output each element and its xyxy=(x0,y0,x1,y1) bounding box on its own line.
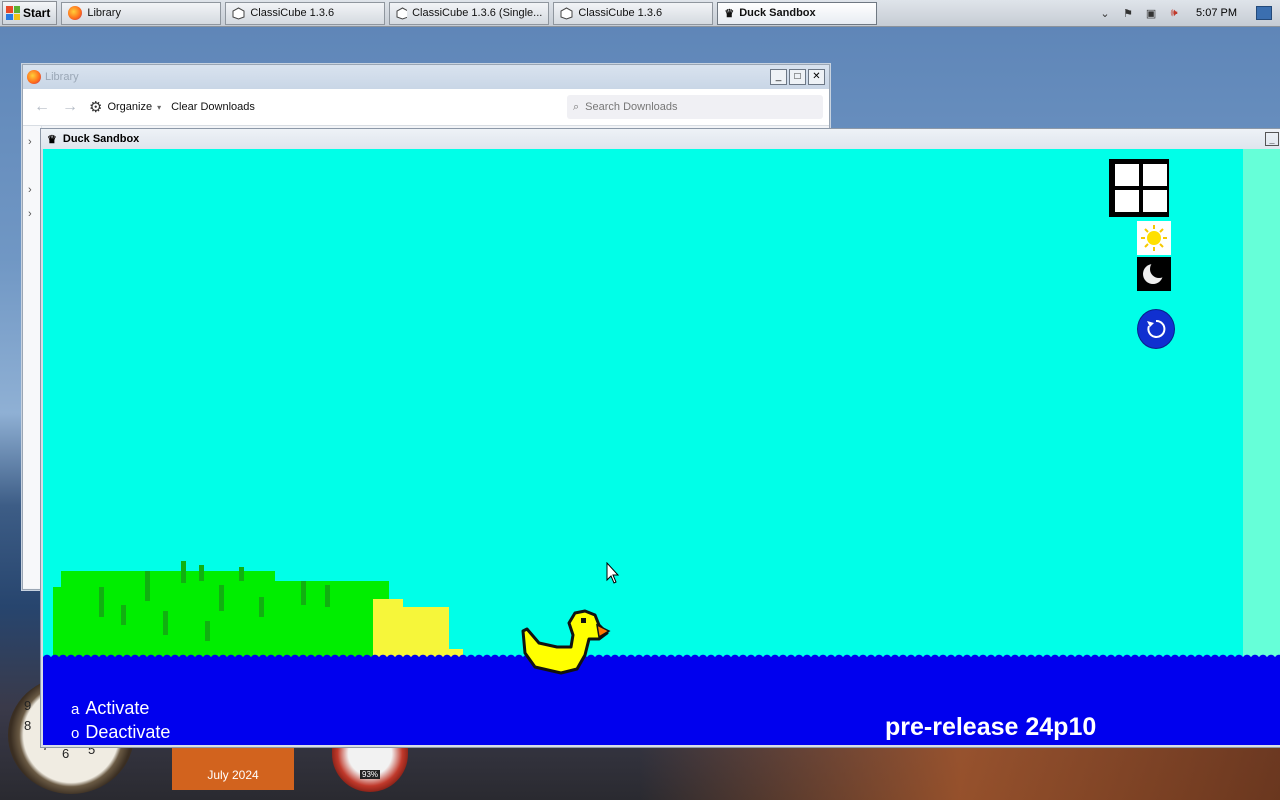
search-placeholder: Search Downloads xyxy=(585,101,678,113)
maximize-button[interactable]: □ xyxy=(789,69,806,85)
controls-legend: a Activate o Deactivate xyxy=(71,697,170,745)
meter-percent: 93% xyxy=(360,770,381,779)
expand-chevron-icon[interactable]: › xyxy=(28,184,32,196)
windows-logo-icon xyxy=(6,6,20,20)
minimize-button[interactable]: _ xyxy=(1265,132,1279,146)
taskbar-item-label: Duck Sandbox xyxy=(739,7,816,19)
layout-grid-button[interactable] xyxy=(1109,159,1169,217)
start-label: Start xyxy=(23,6,51,20)
search-icon: ⌕ xyxy=(573,100,580,113)
chevron-down-icon: ▾ xyxy=(157,102,162,112)
legend-label: Activate xyxy=(85,698,150,718)
duck-sandbox-title: Duck Sandbox xyxy=(62,133,140,145)
library-title: Library xyxy=(45,71,79,83)
search-downloads-input[interactable]: ⌕ Search Downloads xyxy=(567,95,823,119)
back-arrow-icon[interactable]: ← xyxy=(33,98,51,116)
taskbar: Start Library ClassiCube 1.3.6 ClassiCub… xyxy=(0,0,1280,27)
expand-chevron-icon[interactable]: › xyxy=(28,208,32,220)
window-controls: _ □ ✕ xyxy=(770,69,829,85)
reload-icon xyxy=(1147,319,1166,338)
calendar-gadget[interactable]: July 2024 xyxy=(172,746,294,790)
mouse-cursor-icon xyxy=(606,562,620,584)
expand-chevron-icon[interactable]: › xyxy=(28,136,32,148)
library-titlebar[interactable]: Library _ □ ✕ xyxy=(23,65,829,89)
minimize-button[interactable]: _ xyxy=(770,69,787,85)
chevron-down-icon[interactable]: ⌄ xyxy=(1098,6,1112,20)
calendar-month: July 2024 xyxy=(207,768,259,782)
firefox-icon xyxy=(27,70,41,84)
duck-sandbox-window: ♛ Duck Sandbox _ a Activate o Deactivate… xyxy=(40,128,1280,748)
grass-island xyxy=(49,561,469,661)
legend-activate: a Activate xyxy=(71,697,170,721)
taskbar-item-label: Library xyxy=(87,7,121,19)
moon-icon xyxy=(1143,261,1167,284)
start-button[interactable]: Start xyxy=(2,1,58,25)
taskbar-item-classicube-3[interactable]: ClassiCube 1.3.6 xyxy=(553,1,714,25)
sun-icon xyxy=(1141,225,1167,251)
gear-icon: ⚙ xyxy=(89,99,103,116)
show-desktop-button[interactable] xyxy=(1256,6,1272,20)
close-button[interactable]: ✕ xyxy=(808,69,825,85)
reset-button[interactable] xyxy=(1137,309,1175,349)
game-canvas[interactable]: a Activate o Deactivate pre-release 24p10 xyxy=(43,149,1280,745)
legend-key: o xyxy=(71,725,80,742)
legend-label: Deactivate xyxy=(85,722,171,742)
day-mode-button[interactable] xyxy=(1137,221,1171,255)
wallpaper-sunset xyxy=(640,740,1280,800)
version-label: pre-release 24p10 xyxy=(885,713,1097,741)
taskbar-item-classicube-2[interactable]: ClassiCube 1.3.6 (Single... xyxy=(389,1,550,25)
taskbar-item-classicube-1[interactable]: ClassiCube 1.3.6 xyxy=(225,1,386,25)
classicube-icon xyxy=(232,6,245,20)
forward-arrow-icon[interactable]: → xyxy=(61,98,79,116)
clear-downloads-button[interactable]: Clear Downloads xyxy=(171,101,255,113)
duck-sandbox-icon: ♛ xyxy=(47,133,57,146)
duck-sandbox-titlebar[interactable]: ♛ Duck Sandbox _ xyxy=(41,129,1280,149)
taskbar-item-label: ClassiCube 1.3.6 (Single... xyxy=(412,7,543,19)
taskbar-item-library[interactable]: Library xyxy=(61,1,222,25)
flag-icon[interactable]: ⚑ xyxy=(1121,6,1135,20)
sky-edge-strip xyxy=(1243,149,1280,657)
duck-sprite[interactable] xyxy=(515,609,615,689)
classicube-icon xyxy=(396,6,408,20)
legend-key: a xyxy=(71,701,80,718)
taskbar-item-duck-sandbox[interactable]: ♛ Duck Sandbox xyxy=(717,1,878,25)
taskbar-item-label: ClassiCube 1.3.6 xyxy=(250,7,335,19)
volume-muted-icon[interactable]: 🕪 xyxy=(1167,6,1181,20)
organize-button[interactable]: ⚙ Organize ▾ xyxy=(89,98,161,116)
firefox-icon xyxy=(68,6,83,20)
organize-label: Organize xyxy=(107,101,153,113)
library-toolbar: ← → ⚙ Organize ▾ Clear Downloads ⌕ Searc… xyxy=(23,89,829,126)
duck-sandbox-icon: ♛ xyxy=(724,7,735,20)
legend-deactivate: o Deactivate xyxy=(71,721,170,745)
network-icon[interactable]: ▣ xyxy=(1144,6,1158,20)
system-tray: ⌄ ⚑ ▣ 🕪 5:07 PM xyxy=(1098,2,1280,24)
night-mode-button[interactable] xyxy=(1137,257,1171,291)
taskbar-item-label: ClassiCube 1.3.6 xyxy=(578,7,663,19)
classicube-icon xyxy=(560,6,573,20)
taskbar-clock[interactable]: 5:07 PM xyxy=(1196,7,1237,19)
